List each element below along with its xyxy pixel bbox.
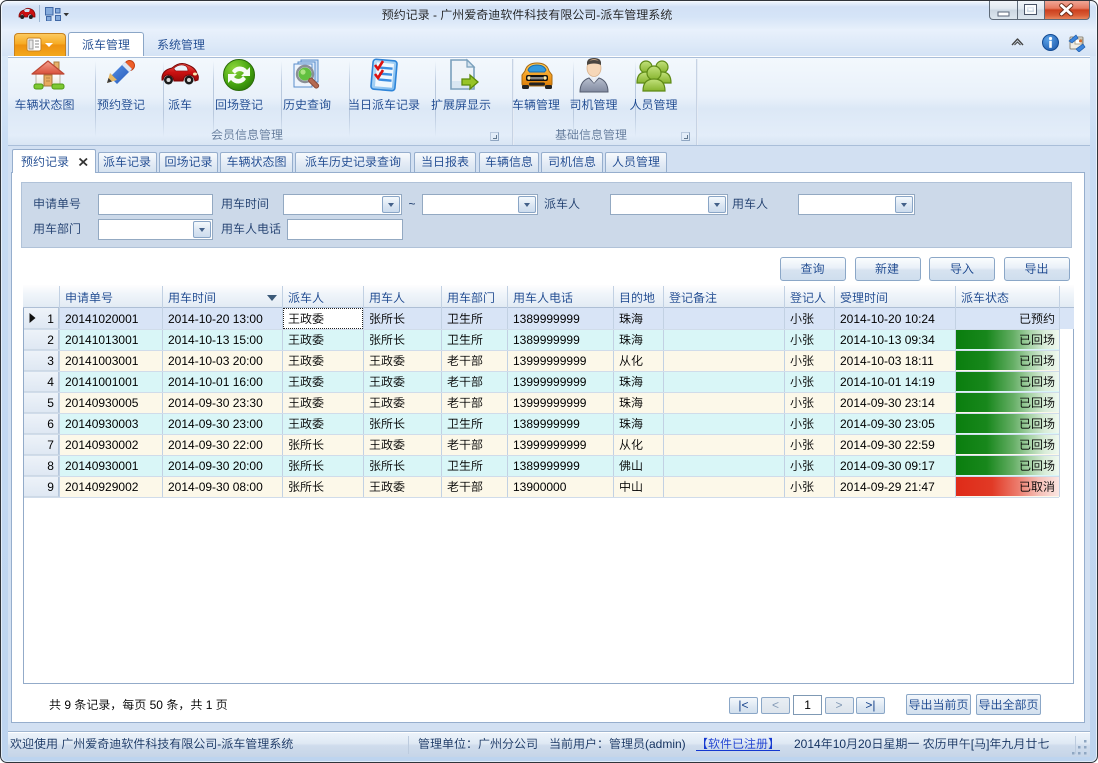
svg-text:20: 20: [858, 737, 872, 751]
svg-text:13999999999: 13999999999: [513, 354, 587, 368]
svg-text:8: 8: [47, 459, 54, 473]
svg-text:1: 1: [804, 698, 811, 712]
svg-text:2014-09-30 23:05: 2014-09-30 23:05: [840, 417, 935, 431]
svg-text:10: 10: [833, 737, 847, 751]
svg-text:20140930003: 20140930003: [65, 417, 139, 431]
svg-text:2014-10-20 13:00: 2014-10-20 13:00: [168, 312, 263, 326]
svg-text:20141020001: 20141020001: [65, 312, 139, 326]
svg-text:2014-10-13 09:34: 2014-10-13 09:34: [840, 333, 935, 347]
svg-text:(admin): (admin): [645, 737, 686, 751]
svg-text:5: 5: [47, 396, 54, 410]
svg-text:2014-09-30 23:00: 2014-09-30 23:00: [168, 417, 263, 431]
svg-text:20140929002: 20140929002: [65, 480, 139, 494]
svg-text:2014-09-30 09:17: 2014-09-30 09:17: [840, 459, 935, 473]
svg-text:<: <: [772, 698, 779, 712]
svg-text:2014-09-29 21:47: 2014-09-29 21:47: [840, 480, 935, 494]
svg-text:2014-10-20 10:24: 2014-10-20 10:24: [840, 312, 935, 326]
svg-text:-: -: [596, 8, 600, 22]
svg-text:>: >: [836, 698, 843, 712]
svg-text:2014-10-03 18:11: 2014-10-03 18:11: [840, 354, 934, 368]
svg-text:20141001001: 20141001001: [65, 375, 139, 389]
svg-text:2014-09-30 23:30: 2014-09-30 23:30: [168, 396, 263, 410]
svg-text:2014-10-13 15:00: 2014-10-13 15:00: [168, 333, 263, 347]
svg-text:20140930005: 20140930005: [65, 396, 139, 410]
svg-text:2014: 2014: [794, 737, 821, 751]
svg-text:1389999999: 1389999999: [513, 417, 580, 431]
svg-text:>|: >|: [865, 698, 875, 712]
svg-text:2014-09-30 20:00: 2014-09-30 20:00: [168, 459, 263, 473]
svg-text:4: 4: [47, 375, 54, 389]
svg-text:-: -: [217, 737, 221, 751]
svg-text:7: 7: [47, 438, 54, 452]
svg-text:1389999999: 1389999999: [513, 459, 580, 473]
svg-text:1389999999: 1389999999: [513, 312, 580, 326]
svg-text:20141003001: 20141003001: [65, 354, 139, 368]
svg-text:1: 1: [202, 698, 215, 712]
svg-text:]: ]: [986, 737, 989, 751]
svg-text:2014-09-30 23:14: 2014-09-30 23:14: [840, 396, 935, 410]
svg-text:1: 1: [47, 312, 54, 326]
svg-text:2014-10-01 14:19: 2014-10-01 14:19: [840, 375, 935, 389]
svg-text:-: -: [430, 8, 441, 22]
svg-text:6: 6: [47, 417, 54, 431]
svg-text:2014-10-01 16:00: 2014-10-01 16:00: [168, 375, 263, 389]
svg-text:20140930002: 20140930002: [65, 438, 139, 452]
svg-text:13999999999: 13999999999: [513, 438, 587, 452]
svg-text:50: 50: [146, 698, 166, 712]
svg-text:2014-09-30 22:00: 2014-09-30 22:00: [168, 438, 263, 452]
svg-text:~: ~: [409, 197, 416, 211]
svg-text:2014-10-03 20:00: 2014-10-03 20:00: [168, 354, 263, 368]
svg-text:2014-09-30 22:59: 2014-09-30 22:59: [840, 438, 935, 452]
svg-text:9: 9: [61, 698, 74, 712]
svg-text:20140930001: 20140930001: [65, 459, 139, 473]
svg-text:2: 2: [47, 333, 54, 347]
svg-text:9: 9: [47, 480, 54, 494]
svg-text:13999999999: 13999999999: [513, 396, 587, 410]
svg-text:13900000: 13900000: [513, 480, 567, 494]
svg-text:3: 3: [47, 354, 54, 368]
svg-text:13999999999: 13999999999: [513, 375, 587, 389]
svg-text:|<: |<: [738, 698, 748, 712]
svg-text:2014-09-30 08:00: 2014-09-30 08:00: [168, 480, 263, 494]
svg-text:[: [: [971, 737, 975, 751]
svg-text:1389999999: 1389999999: [513, 333, 580, 347]
svg-text:20141013001: 20141013001: [65, 333, 139, 347]
